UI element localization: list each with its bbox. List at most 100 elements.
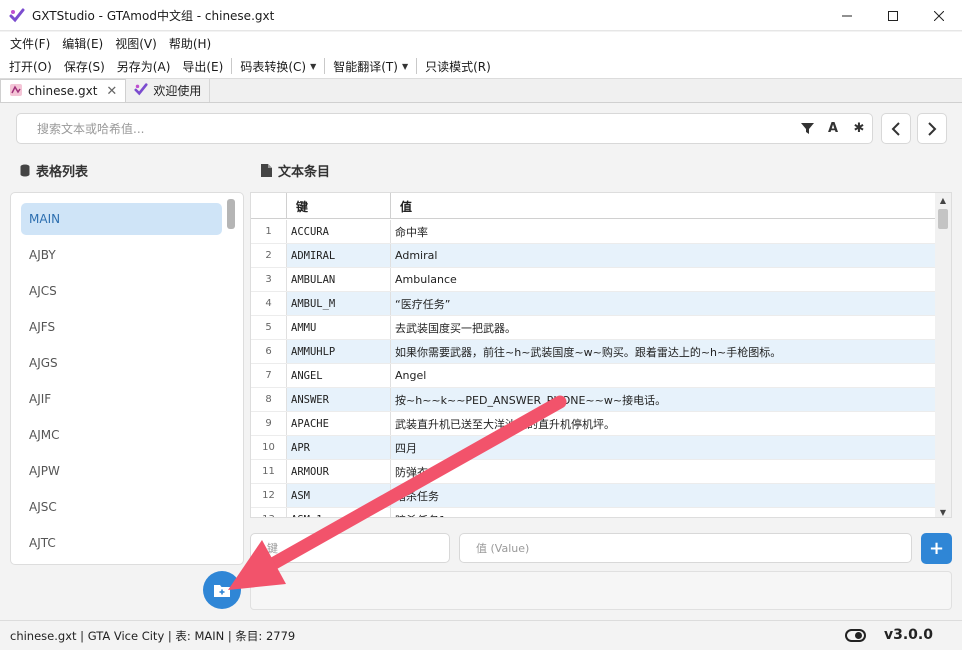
regex-icon[interactable]: ✱	[846, 121, 872, 136]
minimize-button[interactable]	[824, 0, 870, 31]
text-entries-title: 文本条目	[278, 165, 331, 180]
export-button[interactable]: 导出(E)	[176, 58, 229, 75]
table-list-item[interactable]: AJFS	[21, 311, 222, 343]
table-list-item[interactable]: AJCS	[21, 275, 222, 307]
table-row[interactable]: 4 AMBUL_M “医疗任务”	[251, 292, 937, 316]
table-list-item[interactable]: AJBY	[21, 239, 222, 271]
cell-key[interactable]: AMMU	[287, 316, 391, 339]
menu-edit[interactable]: 编辑(E)	[56, 35, 109, 52]
tab-chinese-gxt[interactable]: chinese.gxt ✕	[0, 79, 127, 102]
row-number: 4	[251, 292, 287, 315]
table-row[interactable]: 3 AMBULAN Ambulance	[251, 268, 937, 292]
new-key-input[interactable]	[251, 541, 449, 555]
table-list-item[interactable]: MAIN	[21, 203, 222, 235]
cell-value[interactable]: 按~h~~k~~PED_ANSWER_PHONE~~w~接电话。	[391, 388, 937, 411]
cell-key[interactable]: ASM	[287, 484, 391, 507]
cell-key[interactable]: ASM_1	[287, 508, 391, 517]
table-list-item[interactable]: AJSC	[21, 491, 222, 523]
save-button[interactable]: 保存(S)	[58, 58, 111, 75]
table-row[interactable]: 7 ANGEL Angel	[251, 364, 937, 388]
table-list-item[interactable]: AJIF	[21, 383, 222, 415]
cell-value[interactable]: 武装直升机已送至大洋沙滩的直升机停机坪。	[391, 412, 937, 435]
folder-plus-icon	[214, 584, 230, 597]
add-entry-button[interactable]: +	[921, 533, 952, 564]
cell-key[interactable]: ACCURA	[287, 220, 391, 243]
cell-key[interactable]: ANSWER	[287, 388, 391, 411]
row-number: 9	[251, 412, 287, 435]
readonly-mode-button[interactable]: 只读模式(R)	[419, 58, 497, 75]
cell-key[interactable]: APR	[287, 436, 391, 459]
table-list-item[interactable]: AJGS	[21, 347, 222, 379]
table-scrollbar[interactable]: ▲ ▼	[935, 193, 951, 517]
chevron-down-icon[interactable]: ▼	[310, 62, 316, 71]
chevron-down-icon[interactable]: ▼	[402, 62, 408, 71]
filter-icon[interactable]	[794, 122, 820, 135]
table-row[interactable]: 10 APR 四月	[251, 436, 937, 460]
cell-value[interactable]: Ambulance	[391, 268, 937, 291]
row-number: 2	[251, 244, 287, 267]
table-row[interactable]: 8 ANSWER 按~h~~k~~PED_ANSWER_PHONE~~w~接电话。	[251, 388, 937, 412]
new-key-field[interactable]	[250, 533, 450, 563]
cell-value[interactable]: 暗杀任务1	[391, 508, 937, 517]
cell-value[interactable]: 暗杀任务	[391, 484, 937, 507]
table-row[interactable]: 1 ACCURA 命中率	[251, 220, 937, 244]
cell-key[interactable]: AMBUL_M	[287, 292, 391, 315]
table-row[interactable]: 9 APACHE 武装直升机已送至大洋沙滩的直升机停机坪。	[251, 412, 937, 436]
menu-view[interactable]: 视图(V)	[109, 35, 163, 52]
cell-key[interactable]: ADMIRAL	[287, 244, 391, 267]
search-bar: A ✱	[16, 113, 873, 144]
row-number-header	[251, 193, 287, 219]
cell-key[interactable]: AMMUHLP	[287, 340, 391, 363]
table-list-item[interactable]: AJPW	[21, 455, 222, 487]
tab-welcome[interactable]: 欢迎使用	[126, 79, 211, 102]
cell-value[interactable]: 去武装国度买一把武器。	[391, 316, 937, 339]
new-value-field[interactable]	[459, 533, 912, 563]
match-case-icon[interactable]: A	[820, 121, 846, 136]
cell-value[interactable]: 四月	[391, 436, 937, 459]
cell-value[interactable]: Admiral	[391, 244, 937, 267]
cell-key[interactable]: ANGEL	[287, 364, 391, 387]
add-table-button[interactable]	[203, 571, 241, 609]
cell-value[interactable]: 命中率	[391, 220, 937, 243]
charmap-convert-button[interactable]: 码表转换(C) ▼	[234, 58, 322, 75]
detail-area	[250, 571, 952, 610]
new-value-input[interactable]	[460, 541, 911, 555]
scrollbar-thumb[interactable]	[938, 209, 948, 229]
title-bar: GXTStudio - GTAmod中文组 - chinese.gxt	[0, 0, 962, 31]
scroll-up-icon[interactable]: ▲	[935, 193, 951, 207]
column-header-key[interactable]: 键	[287, 193, 391, 219]
column-header-value[interactable]: 值	[391, 193, 937, 219]
table-list-item[interactable]: AJMC	[21, 419, 222, 451]
menu-help[interactable]: 帮助(H)	[163, 35, 217, 52]
cell-value[interactable]: 防弹衣	[391, 460, 937, 483]
cell-key[interactable]: APACHE	[287, 412, 391, 435]
row-number: 10	[251, 436, 287, 459]
table-row[interactable]: 5 AMMU 去武装国度买一把武器。	[251, 316, 937, 340]
table-list-item[interactable]: AJTC	[21, 527, 222, 559]
open-button[interactable]: 打开(O)	[3, 58, 58, 75]
table-row[interactable]: 6 AMMUHLP 如果你需要武器，前往~h~武装国度~w~购买。跟着雷达上的~h~…	[251, 340, 937, 364]
table-row[interactable]: 13ASM_1暗杀任务1	[251, 508, 937, 517]
text-entries-heading: 文本条目	[261, 161, 330, 180]
close-window-button[interactable]	[916, 0, 962, 31]
cell-value[interactable]: 如果你需要武器，前往~h~武装国度~w~购买。跟着雷达上的~h~手枪图标。	[391, 340, 937, 363]
search-input[interactable]	[17, 121, 794, 136]
table-row[interactable]: 12 ASM 暗杀任务	[251, 484, 937, 508]
cell-value[interactable]: “医疗任务”	[391, 292, 937, 315]
scroll-down-icon[interactable]: ▼	[935, 505, 951, 517]
table-row[interactable]: 11 ARMOUR 防弹衣	[251, 460, 937, 484]
smart-translate-button[interactable]: 智能翻译(T) ▼	[327, 58, 414, 75]
save-as-button[interactable]: 另存为(A)	[111, 58, 177, 75]
close-icon[interactable]: ✕	[106, 84, 117, 99]
previous-result-button[interactable]	[881, 113, 911, 144]
maximize-button[interactable]	[870, 0, 916, 31]
menu-file[interactable]: 文件(F)	[4, 35, 56, 52]
cell-key[interactable]: AMBULAN	[287, 268, 391, 291]
toolbar-separator	[416, 58, 418, 74]
next-result-button[interactable]	[917, 113, 947, 144]
theme-toggle-icon[interactable]	[845, 629, 866, 642]
list-scrollbar-thumb[interactable]	[227, 199, 235, 229]
cell-key[interactable]: ARMOUR	[287, 460, 391, 483]
table-row[interactable]: 2 ADMIRAL Admiral	[251, 244, 937, 268]
cell-value[interactable]: Angel	[391, 364, 937, 387]
